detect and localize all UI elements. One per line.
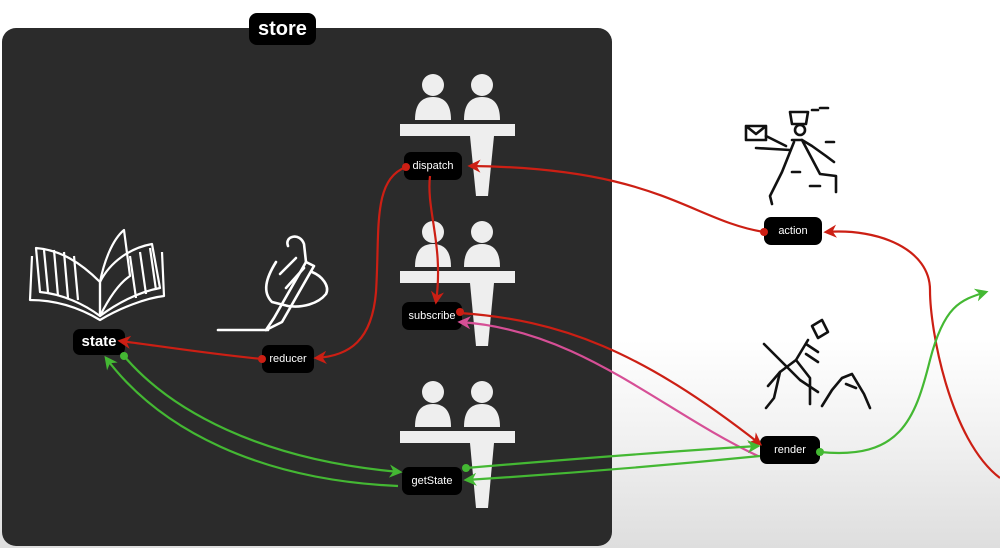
reducer-node[interactable]: reducer [262, 345, 314, 373]
action-node[interactable]: action [764, 217, 822, 245]
getstate-node[interactable]: getState [402, 467, 462, 495]
worker-digging-icon [762, 318, 872, 410]
render-node[interactable]: render [760, 436, 820, 464]
store-panel [2, 28, 612, 546]
mail-courier-icon [744, 106, 838, 206]
store-label: store [249, 13, 316, 45]
state-node[interactable]: state [73, 329, 125, 355]
render-loop-to-action-arrow [823, 224, 1000, 479]
subscribe-node[interactable]: subscribe [402, 302, 462, 330]
dispatch-node[interactable]: dispatch [404, 152, 462, 180]
render-output-arrow [819, 288, 989, 455]
